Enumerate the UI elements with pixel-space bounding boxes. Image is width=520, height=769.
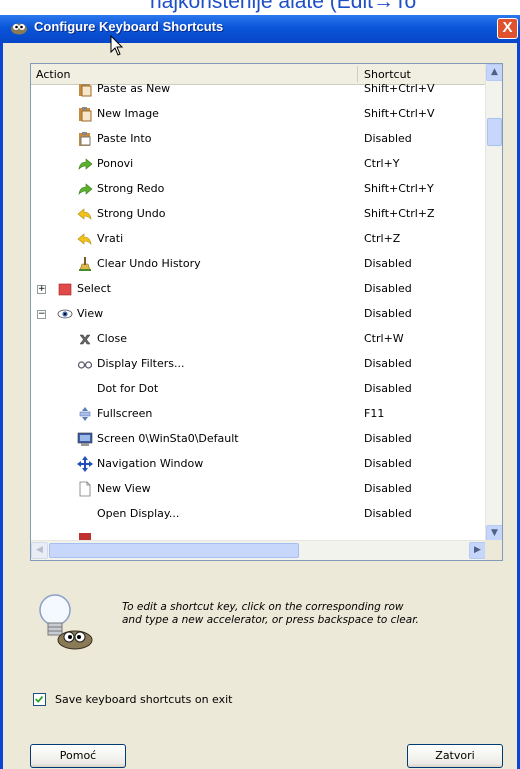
close-x-icon — [79, 334, 91, 345]
list-item[interactable]: Fullscreen F11 — [31, 402, 486, 427]
window-close-button[interactable]: X — [497, 18, 518, 39]
list-item[interactable]: Vrati Ctrl+Z — [31, 227, 486, 252]
redo-icon — [78, 158, 93, 170]
hint-text: To edit a shortcut key, click on the cor… — [122, 601, 419, 626]
list-item-group-select[interactable]: + Select Disabled — [31, 277, 486, 302]
list-item[interactable]: Paste as New Shift+Ctrl+V — [31, 84, 486, 102]
shortcut-list[interactable]: Action Shortcut Paste as New Shift+Ctrl+… — [30, 63, 503, 561]
select-icon — [58, 283, 72, 296]
list-header: Action Shortcut — [31, 64, 486, 85]
vertical-scroll-thumb[interactable] — [487, 118, 502, 146]
help-button[interactable]: Pomoć — [30, 744, 126, 768]
scroll-corner — [485, 540, 502, 560]
save-on-exit-checkbox[interactable] — [33, 693, 46, 706]
mouse-cursor-icon — [110, 35, 124, 56]
new-view-icon — [79, 481, 91, 497]
configure-shortcuts-window: Configure Keyboard Shortcuts X Action Sh… — [0, 15, 520, 769]
list-item[interactable]: Dot for Dot Disabled — [31, 377, 486, 402]
expand-icon[interactable]: + — [37, 285, 46, 294]
list-item[interactable]: Strong Redo Shift+Ctrl+Y — [31, 177, 486, 202]
save-on-exit-label[interactable]: Save keyboard shortcuts on exit — [55, 693, 233, 706]
strong-undo-icon — [77, 208, 92, 220]
list-item[interactable]: Navigation Window Disabled — [31, 452, 486, 477]
list-item[interactable]: New Image Shift+Ctrl+V — [31, 102, 486, 127]
column-header-action[interactable]: Action — [36, 68, 70, 81]
view-eye-icon — [57, 309, 73, 319]
list-item[interactable]: Strong Undo Shift+Ctrl+Z — [31, 202, 486, 227]
list-item-partial — [31, 527, 486, 540]
display-filters-icon — [77, 361, 93, 369]
screen-icon — [77, 432, 93, 446]
tip-lightbulb-icon — [39, 594, 93, 650]
undo-icon — [77, 233, 92, 245]
list-item[interactable]: Close Ctrl+W — [31, 327, 486, 352]
horizontal-scrollbar[interactable]: ◀ ▶ — [31, 540, 486, 560]
horizontal-scroll-thumb[interactable] — [49, 543, 299, 558]
new-image-icon — [79, 107, 92, 122]
list-rows: Paste as New Shift+Ctrl+V New Image Shif… — [31, 84, 486, 540]
vertical-scrollbar[interactable]: ▲ ▼ — [485, 64, 502, 542]
scroll-left-button[interactable]: ◀ — [31, 542, 48, 559]
paste-as-new-icon — [79, 84, 92, 97]
close-button[interactable]: Zatvori — [407, 744, 503, 768]
list-item[interactable]: Screen 0\WinSta0\Default Disabled — [31, 427, 486, 452]
list-item[interactable]: New View Disabled — [31, 477, 486, 502]
fullscreen-icon — [79, 407, 91, 421]
scroll-up-button[interactable]: ▲ — [486, 64, 502, 81]
clear-history-icon — [79, 257, 91, 271]
list-item[interactable]: Display Filters... Disabled — [31, 352, 486, 377]
window-title: Configure Keyboard Shortcuts — [34, 19, 224, 34]
collapse-icon[interactable]: − — [37, 310, 46, 319]
navigation-icon — [77, 456, 93, 472]
paste-into-icon — [79, 132, 91, 146]
title-bar[interactable]: Configure Keyboard Shortcuts X — [0, 15, 520, 43]
list-item[interactable]: Open Display... Disabled — [31, 502, 486, 527]
list-item[interactable]: Clear Undo History Disabled — [31, 252, 486, 277]
background-text: najkorištenije alate (Edit→To — [150, 0, 417, 13]
checkmark-icon — [35, 695, 44, 703]
list-item[interactable]: Ponovi Ctrl+Y — [31, 152, 486, 177]
list-item[interactable]: Paste Into Disabled — [31, 127, 486, 152]
list-item-group-view[interactable]: − View Disabled — [31, 302, 486, 327]
column-header-shortcut[interactable]: Shortcut — [364, 68, 411, 81]
scroll-right-button[interactable]: ▶ — [469, 542, 486, 559]
strong-redo-icon — [78, 183, 93, 195]
partial-row-icon — [79, 533, 91, 540]
gimp-app-icon — [11, 23, 27, 35]
